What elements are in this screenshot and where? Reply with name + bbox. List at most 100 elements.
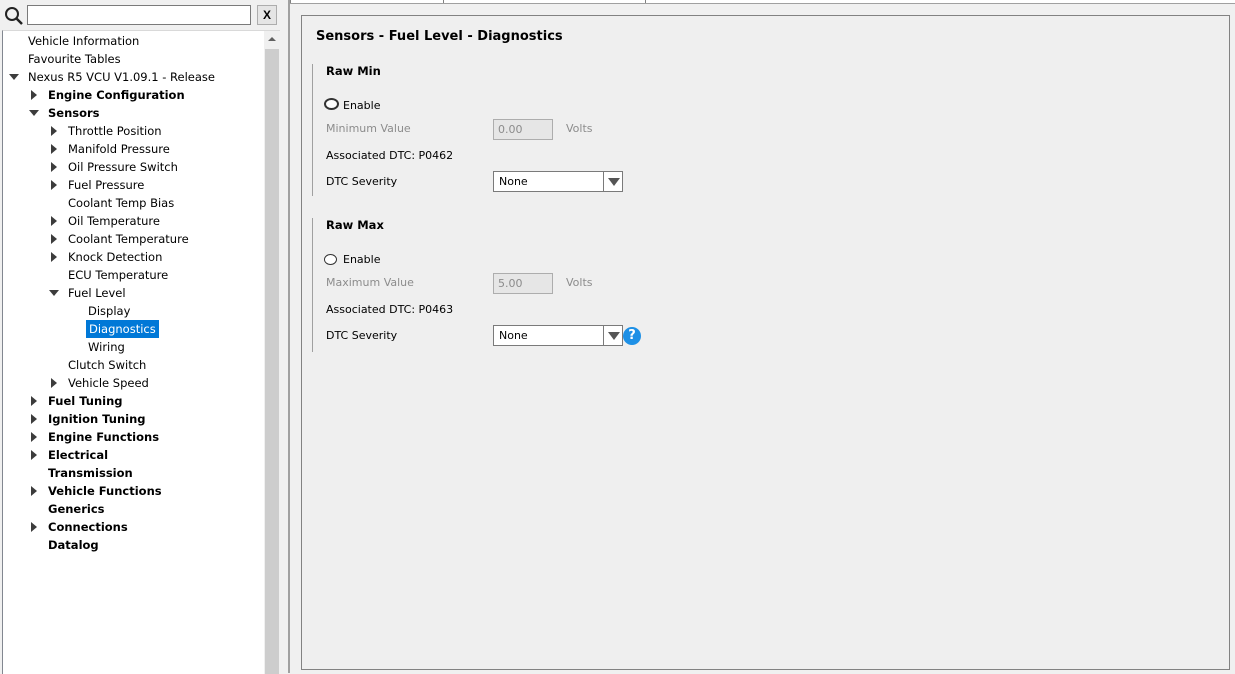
tree-item[interactable]: Coolant Temperature bbox=[51, 230, 191, 248]
minimum-value-label: Minimum Value bbox=[326, 122, 411, 135]
raw-min-severity-select[interactable]: None bbox=[493, 171, 623, 192]
tree-item[interactable]: Vehicle Speed bbox=[51, 374, 151, 392]
tree-scrollbar[interactable] bbox=[264, 31, 280, 674]
tree-item[interactable]: Transmission bbox=[46, 464, 135, 482]
tree-item[interactable]: Datalog bbox=[46, 536, 101, 554]
tree-item[interactable]: Nexus R5 VCU V1.09.1 - Release bbox=[9, 68, 217, 86]
tree-item[interactable]: Electrical bbox=[31, 446, 110, 464]
chevron-up-icon bbox=[268, 37, 276, 41]
tree-item[interactable]: Oil Pressure Switch bbox=[51, 158, 180, 176]
raw-max-severity-select[interactable]: None bbox=[493, 325, 623, 346]
raw-min-enable-radio[interactable] bbox=[324, 98, 339, 110]
tree-item[interactable]: Clutch Switch bbox=[66, 356, 148, 374]
chevron-down-icon bbox=[608, 178, 620, 186]
tree-view: Vehicle Information Favourite Tables Nexus… bbox=[2, 30, 280, 674]
tree-item[interactable]: Generics bbox=[46, 500, 107, 518]
expand-down-icon[interactable] bbox=[29, 110, 39, 116]
tree-item[interactable]: Vehicle Information bbox=[26, 32, 141, 50]
tree-item-label: Wiring bbox=[88, 340, 125, 354]
raw-max-enable-radio[interactable] bbox=[324, 254, 337, 265]
expand-right-icon[interactable] bbox=[51, 180, 57, 190]
tree-item-label: Datalog bbox=[48, 538, 99, 552]
navigation-panel: X Vehicle Information Favourite Tables Nex… bbox=[0, 0, 288, 674]
expand-right-icon[interactable] bbox=[51, 234, 57, 244]
top-tab-strip bbox=[290, 0, 1235, 4]
tree-item[interactable]: Coolant Temp Bias bbox=[66, 194, 176, 212]
tree-item[interactable]: Diagnostics bbox=[86, 320, 159, 338]
raw-max-dtc-text: Associated DTC: P0463 bbox=[326, 303, 454, 316]
panel-splitter[interactable] bbox=[288, 0, 290, 673]
clear-search-button[interactable]: X bbox=[257, 5, 277, 25]
tree-item-label: Coolant Temp Bias bbox=[68, 196, 175, 210]
maximum-value-label: Maximum Value bbox=[326, 276, 414, 289]
expand-right-icon[interactable] bbox=[31, 414, 37, 424]
expand-right-icon[interactable] bbox=[51, 162, 57, 172]
search-icon[interactable] bbox=[4, 6, 24, 26]
tree-item-label: Clutch Switch bbox=[68, 358, 147, 372]
tree-item[interactable]: Engine Functions bbox=[31, 428, 161, 446]
tree-item[interactable]: Vehicle Functions bbox=[31, 482, 164, 500]
tree-item[interactable]: Connections bbox=[31, 518, 130, 536]
minimum-value-input[interactable]: 0.00 bbox=[493, 119, 553, 140]
tree-item[interactable]: Oil Temperature bbox=[51, 212, 162, 230]
raw-min-enable-label[interactable]: Enable bbox=[343, 99, 380, 112]
tab-divider bbox=[443, 0, 444, 3]
tree-item[interactable]: ECU Temperature bbox=[66, 266, 170, 284]
raw-max-enable-label[interactable]: Enable bbox=[343, 253, 380, 266]
tree-item[interactable]: Wiring bbox=[86, 338, 127, 356]
expand-right-icon[interactable] bbox=[31, 90, 37, 100]
tree-item[interactable]: Fuel Level bbox=[49, 284, 128, 302]
expand-right-icon[interactable] bbox=[31, 486, 37, 496]
tree-item-label: Ignition Tuning bbox=[48, 412, 146, 426]
minimum-value-unit: Volts bbox=[566, 122, 593, 135]
tree-item-label: Vehicle Speed bbox=[68, 376, 149, 390]
tree-item-label: Transmission bbox=[48, 466, 133, 480]
tree-item[interactable]: Display bbox=[86, 302, 132, 320]
tree-item[interactable]: Fuel Pressure bbox=[51, 176, 146, 194]
raw-max-title: Raw Max bbox=[326, 218, 384, 232]
search-input[interactable] bbox=[27, 5, 251, 25]
expand-right-icon[interactable] bbox=[51, 216, 57, 226]
tree-item-label: Diagnostics bbox=[86, 320, 159, 338]
tree-list: Vehicle Information Favourite Tables Nexus… bbox=[3, 31, 263, 674]
tab-divider bbox=[645, 0, 646, 3]
expand-right-icon[interactable] bbox=[31, 432, 37, 442]
raw-max-severity-dropdown-button[interactable] bbox=[603, 326, 622, 345]
tree-item-label: Coolant Temperature bbox=[68, 232, 189, 246]
expand-right-icon[interactable] bbox=[51, 378, 57, 388]
maximum-value-input[interactable]: 5.00 bbox=[493, 273, 553, 294]
maximum-value-unit: Volts bbox=[566, 276, 593, 289]
tree-item[interactable]: Manifold Pressure bbox=[51, 140, 172, 158]
tree-item[interactable]: Engine Configuration bbox=[31, 86, 187, 104]
scroll-thumb[interactable] bbox=[265, 49, 279, 674]
expand-right-icon[interactable] bbox=[31, 522, 37, 532]
help-icon[interactable]: ? bbox=[623, 327, 641, 345]
tree-item-label: Oil Pressure Switch bbox=[68, 160, 178, 174]
expand-down-icon[interactable] bbox=[9, 74, 19, 80]
expand-right-icon[interactable] bbox=[51, 126, 57, 136]
tree-item-label: Vehicle Functions bbox=[48, 484, 162, 498]
tree-item-label: Nexus R5 VCU V1.09.1 - Release bbox=[28, 70, 215, 84]
tree-item[interactable]: Favourite Tables bbox=[26, 50, 123, 68]
tree-item-label: Fuel Pressure bbox=[68, 178, 145, 192]
tree-item[interactable]: Knock Detection bbox=[51, 248, 164, 266]
tree-item[interactable]: Fuel Tuning bbox=[31, 392, 125, 410]
tree-item[interactable]: Sensors bbox=[29, 104, 102, 122]
raw-min-severity-dropdown-button[interactable] bbox=[603, 172, 622, 191]
expand-right-icon[interactable] bbox=[31, 450, 37, 460]
raw-min-title: Raw Min bbox=[326, 64, 381, 78]
chevron-down-icon bbox=[608, 332, 620, 340]
page-title: Sensors - Fuel Level - Diagnostics bbox=[316, 29, 563, 44]
expand-right-icon[interactable] bbox=[51, 252, 57, 262]
scroll-up-button[interactable] bbox=[264, 31, 280, 47]
raw-min-group: Raw Min Enable Minimum Value 0.00 Volts … bbox=[312, 64, 623, 196]
expand-right-icon[interactable] bbox=[31, 396, 37, 406]
tree-item[interactable]: Ignition Tuning bbox=[31, 410, 148, 428]
tree-item-label: Favourite Tables bbox=[28, 52, 121, 66]
expand-right-icon[interactable] bbox=[51, 144, 57, 154]
tree-item[interactable]: Throttle Position bbox=[51, 122, 164, 140]
content-panel: Sensors - Fuel Level - Diagnostics Raw M… bbox=[301, 15, 1230, 670]
expand-down-icon[interactable] bbox=[49, 290, 59, 296]
tree-item-label: Knock Detection bbox=[68, 250, 163, 264]
tree-item-label: Sensors bbox=[48, 106, 100, 120]
